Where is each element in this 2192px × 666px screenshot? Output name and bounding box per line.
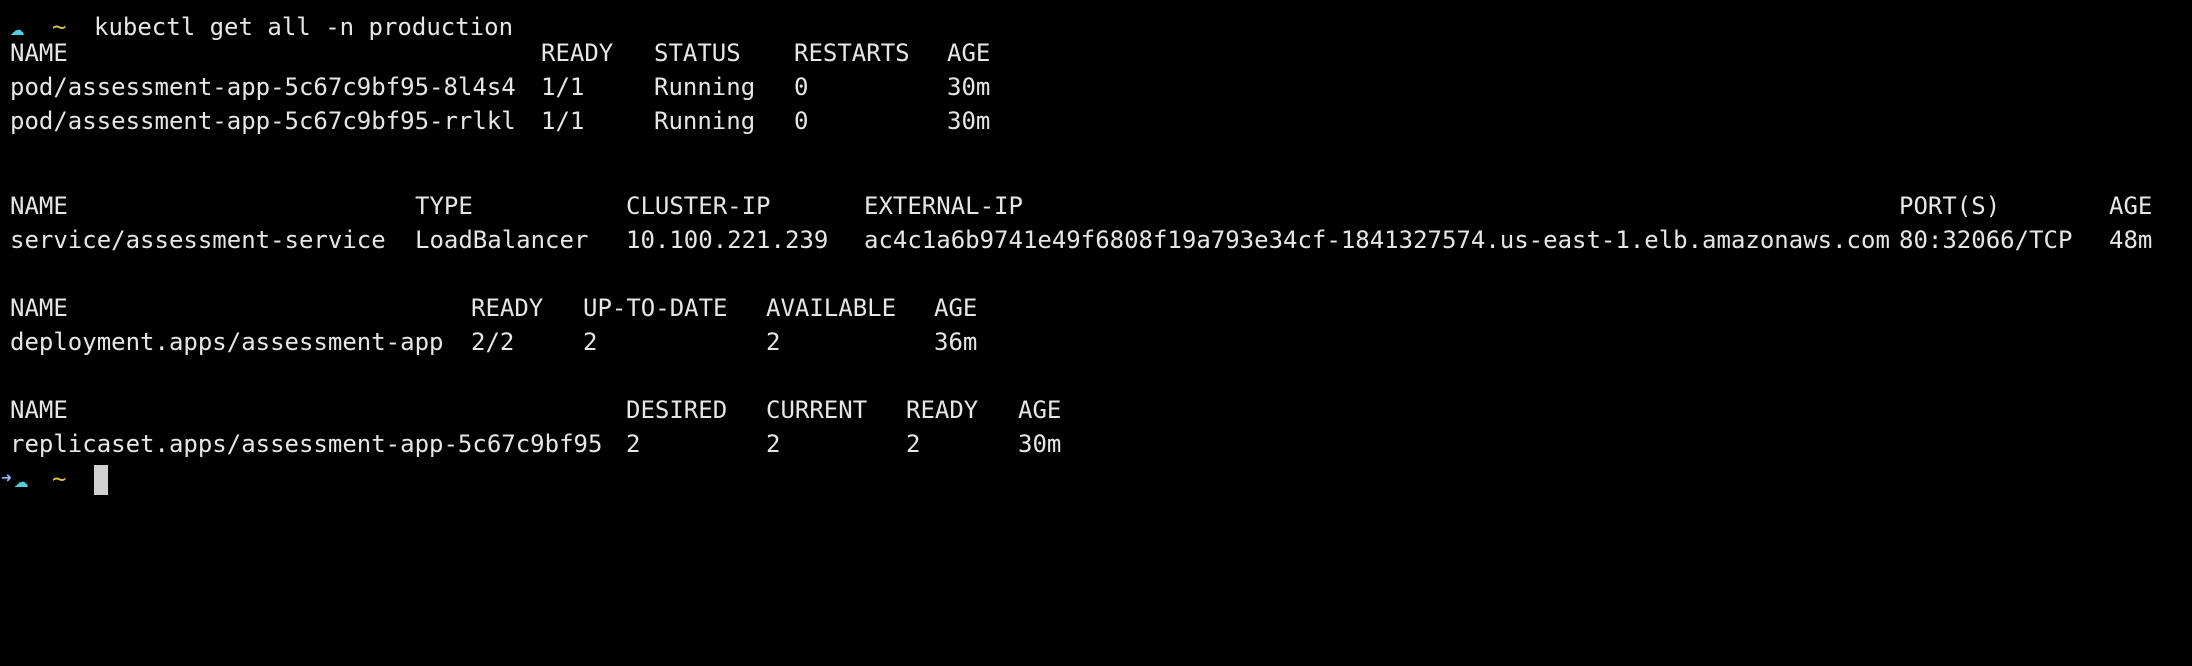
deployment-ready: 2/2 xyxy=(471,328,515,356)
header-cluster-ip: CLUSTER-IP xyxy=(626,192,771,220)
pod-ready: 1/1 xyxy=(541,107,585,135)
deployment-up-to-date: 2 xyxy=(583,328,598,356)
arrow-icon: ➜ xyxy=(1,468,12,489)
header-available: AVAILABLE xyxy=(766,294,897,322)
pod-status: Running xyxy=(654,73,756,101)
header-ready: READY xyxy=(471,294,544,322)
replicaset-desired: 2 xyxy=(626,430,641,458)
replicaset-current: 2 xyxy=(766,430,781,458)
pod-age: 30m xyxy=(947,107,991,135)
table-row: deployment.apps/assessment-app 2/2 2 2 3… xyxy=(10,325,977,359)
pod-restarts: 0 xyxy=(794,107,809,135)
header-restarts: RESTARTS xyxy=(794,39,910,67)
header-desired: DESIRED xyxy=(626,396,728,424)
pod-age: 30m xyxy=(947,73,991,101)
text-cursor[interactable] xyxy=(94,465,108,495)
services-header-row: NAME TYPE CLUSTER-IP EXTERNAL-IP PORT(S)… xyxy=(10,189,2152,223)
service-name: service/assessment-service xyxy=(10,226,386,254)
pod-restarts: 0 xyxy=(794,73,809,101)
header-external-ip: EXTERNAL-IP xyxy=(864,192,1023,220)
service-type: LoadBalancer xyxy=(415,226,589,254)
replicaset-ready: 2 xyxy=(906,430,921,458)
header-ready: READY xyxy=(906,396,979,424)
terminal-window[interactable]: ☁ ~ kubectl get all -n production NAME R… xyxy=(0,0,2192,524)
command-text: kubectl get all -n production xyxy=(94,13,514,41)
service-cluster-ip: 10.100.221.239 xyxy=(626,226,829,254)
deployments-header-row: NAME READY UP-TO-DATE AVAILABLE AGE xyxy=(10,291,977,325)
replicaset-name: replicaset.apps/assessment-app-5c67c9bf9… xyxy=(10,430,603,458)
deployment-available: 2 xyxy=(766,328,781,356)
table-row: service/assessment-service LoadBalancer … xyxy=(10,223,2152,257)
cloud-icon: ☁ xyxy=(14,465,29,493)
pod-name: pod/assessment-app-5c67c9bf95-rrlkl xyxy=(10,107,516,135)
replicasets-header-row: NAME DESIRED CURRENT READY AGE xyxy=(10,393,1061,427)
table-row: pod/assessment-app-5c67c9bf95-rrlkl 1/1 … xyxy=(10,104,990,138)
header-ready: READY xyxy=(541,39,614,67)
header-age: AGE xyxy=(934,294,978,322)
header-ports: PORT(S) xyxy=(1899,192,2001,220)
header-type: TYPE xyxy=(415,192,473,220)
deployment-age: 36m xyxy=(934,328,978,356)
pod-status: Running xyxy=(654,107,756,135)
header-name: NAME xyxy=(10,39,68,67)
service-ports: 80:32066/TCP xyxy=(1899,226,2073,254)
header-age: AGE xyxy=(947,39,991,67)
table-row: replicaset.apps/assessment-app-5c67c9bf9… xyxy=(10,427,1061,461)
header-name: NAME xyxy=(10,396,68,424)
header-current: CURRENT xyxy=(766,396,868,424)
header-name: NAME xyxy=(10,294,68,322)
table-row: pod/assessment-app-5c67c9bf95-8l4s4 1/1 … xyxy=(10,70,990,104)
replicaset-age: 30m xyxy=(1018,430,1062,458)
service-external-ip: ac4c1a6b9741e49f6808f19a793e34cf-1841327… xyxy=(864,226,1890,254)
header-name: NAME xyxy=(10,192,68,220)
header-age: AGE xyxy=(1018,396,1062,424)
active-prompt-line[interactable]: ➜ ☁ ~ xyxy=(1,462,108,496)
pod-name: pod/assessment-app-5c67c9bf95-8l4s4 xyxy=(10,73,516,101)
deployment-name: deployment.apps/assessment-app xyxy=(10,328,444,356)
header-age: AGE xyxy=(2109,192,2153,220)
pods-header-row: NAME READY STATUS RESTARTS AGE xyxy=(10,36,990,70)
header-up-to-date: UP-TO-DATE xyxy=(583,294,728,322)
prompt-directory: ~ xyxy=(52,465,67,493)
pod-ready: 1/1 xyxy=(541,73,585,101)
header-status: STATUS xyxy=(654,39,741,67)
service-age: 48m xyxy=(2109,226,2153,254)
